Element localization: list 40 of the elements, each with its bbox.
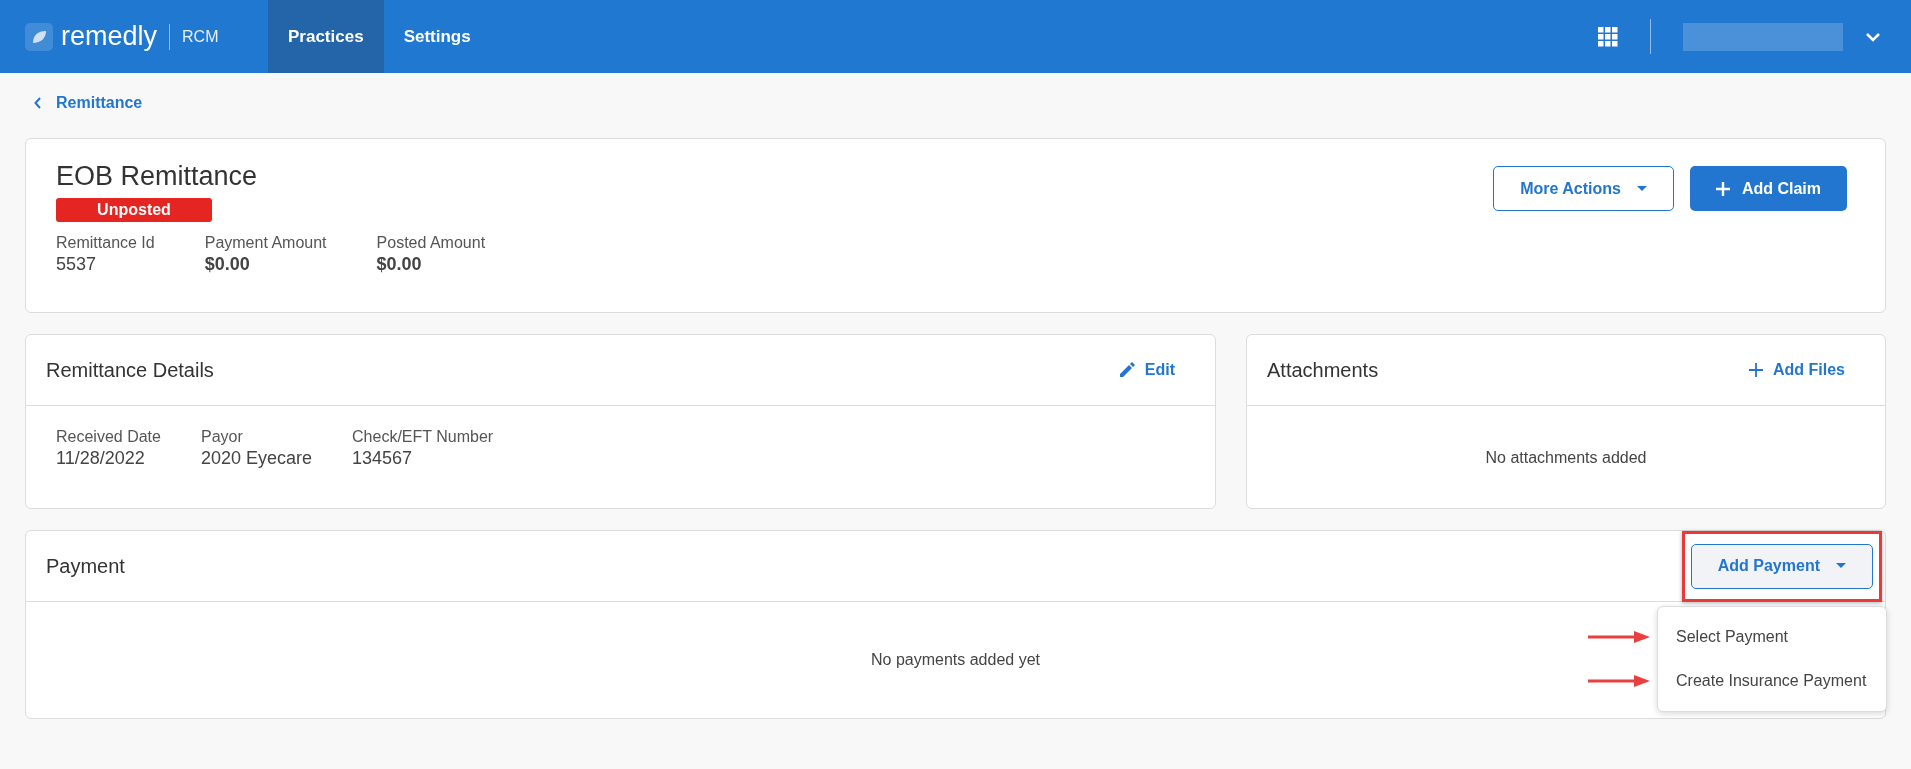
edit-button[interactable]: Edit — [1098, 361, 1195, 379]
caret-icon — [1836, 563, 1846, 569]
empty-message: No payments added yet — [871, 651, 1040, 669]
add-files-button[interactable]: Add Files — [1729, 361, 1865, 379]
status-badge: Unposted — [56, 198, 212, 222]
field-value: 134567 — [352, 448, 414, 469]
leaf-logo-icon — [25, 22, 53, 51]
chevron-left-icon — [34, 97, 42, 109]
field-label: Received Date — [56, 428, 161, 446]
add-claim-button[interactable]: Add Claim — [1689, 166, 1847, 211]
more-actions-button[interactable]: More Actions — [1493, 166, 1674, 211]
menu-item[interactable]: Select Payment — [1658, 615, 1886, 659]
plus-icon — [1715, 181, 1730, 196]
field-value: $0.00 — [204, 254, 251, 275]
add-payment-button[interactable]: Add Payment — [1690, 543, 1873, 589]
field-label: Payment Amount — [204, 234, 327, 252]
field-value: $0.00 — [376, 254, 423, 275]
field-value: 2020 Eyecare — [200, 448, 313, 469]
card-title: Remittance Details — [46, 358, 214, 382]
field-label: Payor — [200, 428, 244, 446]
logo-name: remedly — [61, 21, 158, 52]
caret-icon — [1636, 185, 1647, 192]
nav-tab[interactable]: Practices — [268, 0, 384, 73]
plus-icon — [1749, 363, 1763, 377]
card-title: Attachments — [1267, 358, 1379, 382]
field-label: Check/EFT Number — [352, 428, 494, 446]
page-title: EOB Remittance — [56, 161, 259, 192]
back-link[interactable]: Remittance — [34, 94, 143, 112]
apps-grid-icon[interactable] — [1598, 26, 1618, 47]
field-value: 5537 — [56, 254, 98, 275]
nav-tab[interactable]: Settings — [383, 0, 491, 73]
menu-item[interactable]: Create Insurance Payment — [1658, 659, 1886, 703]
product-name: RCM — [182, 27, 219, 46]
empty-message: No attachments added — [1485, 449, 1647, 467]
field-value: 11/28/2022 — [56, 448, 146, 469]
field-label: Posted Amount — [376, 234, 486, 252]
chevron-down-icon[interactable] — [1865, 31, 1881, 42]
card-title: Payment — [46, 554, 125, 578]
pencil-icon — [1118, 362, 1135, 378]
field-label: Remittance Id — [56, 234, 155, 252]
